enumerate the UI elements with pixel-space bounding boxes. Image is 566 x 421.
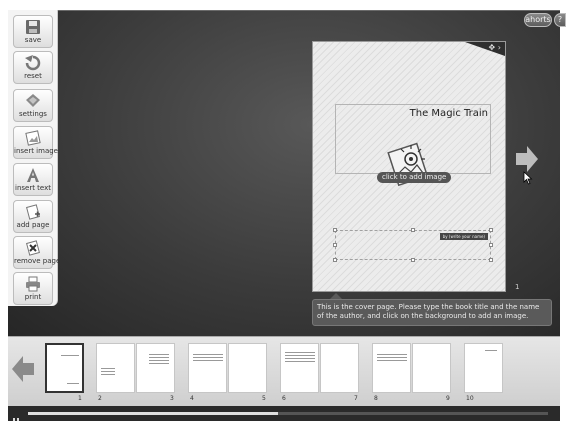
resize-handle[interactable] [333,228,337,232]
prev-page-arrow-icon[interactable] [12,356,34,382]
page-plus-icon [14,201,52,221]
print-label: print [24,293,42,301]
insert-text-label: insert text [15,184,51,192]
thumbnail-number: 9 [446,395,450,402]
thumbnail-number: 1 [78,395,82,402]
page-thumbnail-8[interactable] [372,343,411,393]
diamond-settings-icon [14,90,52,110]
picture-icon [14,127,52,147]
help-button[interactable]: ? [554,13,566,27]
book-title[interactable]: The Magic Train [410,108,488,119]
page-x-icon [14,237,52,257]
resize-handle[interactable] [489,228,493,232]
page-thumbnail-3[interactable] [136,343,175,393]
settings-label: settings [19,110,47,118]
insert-text-button[interactable]: insert text [13,163,53,196]
insert-image-label: insert image [14,147,58,155]
page-thumbnail-10[interactable] [464,343,503,393]
scrollbar-thumb[interactable] [28,412,278,415]
page-thumbnail-1[interactable] [45,343,84,393]
thumbnail-number: 4 [190,395,194,402]
add-image-button[interactable]: click to add image [377,172,452,183]
page-thumbnail-7[interactable] [320,343,359,393]
remove-page-label: remove page [14,257,61,265]
thumbnail-number: 8 [374,395,378,402]
resize-handle[interactable] [333,243,337,247]
remove-page-button[interactable]: remove page [13,236,61,269]
page-thumbnail-6[interactable] [280,343,319,393]
letter-a-icon [14,164,52,184]
mouse-cursor-icon [523,170,533,185]
undo-arrow-icon [14,52,52,72]
resize-handle[interactable] [411,258,415,262]
save-button[interactable]: save [13,15,53,48]
image-placeholder[interactable] [385,139,433,191]
playback-bar [8,406,560,421]
save-label: save [24,36,42,44]
author-text-box[interactable]: by (write your name) [333,228,493,262]
pause-icon[interactable] [12,410,20,421]
insert-image-button[interactable]: insert image [13,126,58,159]
tool-sidebar: save reset settings insert image insert … [8,10,61,306]
add-page-label: add page [16,221,50,229]
floppy-disk-icon [14,16,52,36]
thumbnail-number: 10 [466,395,474,402]
hint-tooltip: This is the cover page. Please type the … [312,299,552,326]
add-page-button[interactable]: add page [13,200,53,233]
ahorts-button[interactable]: ahorts [524,13,552,27]
resize-handle[interactable] [489,258,493,262]
page-thumbnail-2[interactable] [96,343,135,393]
resize-handle[interactable] [333,258,337,262]
thumbnail-number: 3 [170,395,174,402]
author-name-field[interactable]: by (write your name) [439,233,488,240]
resize-handle[interactable] [411,228,415,232]
move-icon[interactable]: ✥ › [489,43,501,52]
printer-icon [14,273,52,293]
cover-page[interactable]: ✥ › The Magic Train click to add image b… [312,41,506,292]
thumbnail-number: 7 [354,395,358,402]
thumbnail-number: 2 [98,395,102,402]
help-label: ? [557,15,563,24]
page-thumbnail-9[interactable] [412,343,451,393]
thumbnail-number: 6 [282,395,286,402]
page-thumbnail-4[interactable] [188,343,227,393]
page-number: 1 [515,283,520,291]
reset-label: reset [24,72,42,80]
page-thumbnail-5[interactable] [228,343,267,393]
resize-handle[interactable] [489,243,493,247]
reset-button[interactable]: reset [13,51,53,84]
print-button[interactable]: print [13,272,53,305]
thumbnail-scrollbar[interactable] [28,412,548,415]
ahorts-label: ahorts [525,15,551,24]
camera-photo-icon [387,142,429,187]
next-page-arrow-icon[interactable] [516,146,538,172]
settings-button[interactable]: settings [13,89,53,122]
book-creator-app: ahorts ? save reset settings insert imag… [0,0,566,421]
thumbnail-number: 5 [262,395,266,402]
